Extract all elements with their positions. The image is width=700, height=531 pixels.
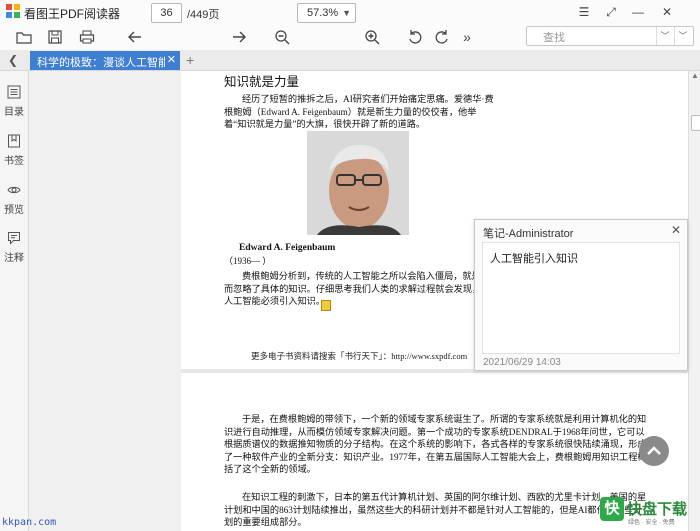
folder-icon bbox=[16, 32, 32, 44]
watermark-logo: 快 快盘下载 绿色 · 安全 · 免费 bbox=[600, 497, 698, 529]
comment-icon bbox=[8, 232, 20, 245]
page-total: /449页 bbox=[187, 9, 220, 21]
note-editor[interactable]: 人工智能引入知识 bbox=[482, 242, 680, 354]
search-box[interactable]: 查找 ﹀ ﹀ bbox=[526, 26, 694, 46]
paragraph-body: 在知识工程的刺激下，日本的第五代计算机计划、英国的阿尔维计划、西欧的尤里卡计划、… bbox=[224, 492, 647, 527]
app-title: 看图王PDF阅读器 bbox=[24, 7, 121, 21]
rotate-right-button[interactable] bbox=[431, 27, 453, 47]
sidebar-item-bookmarks[interactable]: 书签 bbox=[0, 134, 28, 174]
sidebar-item-toc[interactable]: 目录 bbox=[0, 85, 28, 125]
list-icon bbox=[7, 85, 21, 99]
open-file-button[interactable] bbox=[13, 27, 35, 47]
zoom-value: 57.3% bbox=[307, 7, 339, 19]
section-title: 知识就是力量 bbox=[224, 75, 300, 89]
bookmark-icon bbox=[8, 134, 20, 148]
photo-caption-name: Edward A. Feigenbaum bbox=[239, 243, 336, 253]
navigation-panel bbox=[29, 71, 181, 531]
next-page-button[interactable] bbox=[228, 27, 250, 47]
search-options-chevron-icon[interactable]: ﹀ bbox=[656, 27, 673, 45]
save-icon bbox=[48, 30, 62, 44]
tab-document[interactable]: 科学的极致：漫谈人工智能.pdf ✕ bbox=[30, 51, 180, 70]
fullscreen-button[interactable]: ⤢ bbox=[600, 2, 622, 22]
watermark-subtitle: 绿色 · 安全 · 免费 bbox=[628, 520, 675, 526]
zoom-in-icon bbox=[365, 30, 380, 45]
prev-page-button[interactable] bbox=[124, 27, 146, 47]
more-tools-button[interactable]: » bbox=[456, 27, 478, 47]
scroll-up-icon[interactable]: ▲ bbox=[690, 71, 700, 83]
scrollbar-thumb[interactable] bbox=[691, 115, 700, 131]
sidebar-item-preview[interactable]: 预览 bbox=[0, 183, 28, 223]
sidebar-item-annotations[interactable]: 注释 bbox=[0, 231, 28, 271]
vertical-scrollbar[interactable]: ▲ bbox=[688, 71, 700, 531]
zoom-select[interactable]: 57.3% ▼ bbox=[297, 3, 356, 23]
menu-button[interactable]: ☰ bbox=[573, 2, 595, 22]
save-button[interactable] bbox=[44, 27, 66, 47]
watermark-badge: 快 bbox=[600, 497, 624, 521]
minimize-button[interactable]: — bbox=[627, 2, 649, 22]
rotate-ccw-icon bbox=[409, 30, 422, 44]
watermark-brand: 快盘下载 bbox=[627, 501, 688, 518]
close-note-icon[interactable]: ✕ bbox=[671, 223, 681, 237]
note-timestamp: 2021/06/29 14:03 bbox=[483, 357, 561, 368]
close-window-button[interactable]: ✕ bbox=[656, 2, 678, 22]
sidebar-item-label: 注释 bbox=[4, 253, 24, 264]
arrow-right-icon bbox=[233, 31, 246, 43]
back-to-top-button[interactable] bbox=[639, 436, 669, 466]
printer-icon bbox=[79, 30, 95, 44]
zoom-out-icon bbox=[275, 30, 290, 45]
rotate-left-button[interactable] bbox=[404, 27, 426, 47]
chevron-up-icon bbox=[647, 446, 661, 455]
page-number-input[interactable]: 36 bbox=[151, 3, 182, 23]
sidebar-item-label: 目录 bbox=[4, 107, 24, 118]
zoom-in-button[interactable] bbox=[361, 27, 383, 47]
new-tab-button[interactable]: + bbox=[186, 51, 200, 69]
search-input[interactable]: 查找 bbox=[543, 29, 565, 45]
search-next-chevron-icon[interactable]: ﹀ bbox=[674, 27, 691, 45]
eye-icon bbox=[7, 186, 21, 194]
tab-document-label: 科学的极致：漫谈人工智能.pdf bbox=[37, 57, 165, 69]
note-popup: 笔记-Administrator ✕ 人工智能引入知识 2021/06/29 1… bbox=[474, 219, 688, 371]
sidebar-item-label: 预览 bbox=[4, 205, 24, 216]
chevron-down-icon: ▼ bbox=[342, 8, 351, 18]
rotate-cw-icon bbox=[435, 30, 448, 44]
sidebar-item-label: 书签 bbox=[4, 156, 24, 167]
page-footer: 更多电子书资料请搜索「书行天下」：http://www.sxpdf.com bbox=[251, 351, 468, 361]
print-button[interactable] bbox=[76, 27, 98, 47]
close-tab-icon[interactable]: ✕ bbox=[167, 53, 176, 66]
zoom-out-button[interactable] bbox=[271, 27, 293, 47]
note-title: 笔记-Administrator bbox=[483, 228, 574, 240]
paragraph-body: 于是，在费根鲍姆的带领下，一个新的领域专家系统诞生了。所谓的专家系统就是利用计算… bbox=[224, 414, 647, 474]
note-content[interactable]: 人工智能引入知识 bbox=[490, 250, 578, 266]
app-logo-icon bbox=[6, 4, 20, 18]
arrow-left-icon bbox=[128, 31, 141, 43]
collapse-sidebar-icon[interactable]: ❮ bbox=[6, 52, 20, 68]
paragraph-intro: 经历了短暂的推拆之后，AI研究者们开始痛定思痛。爱德华·费根鲍姆（Edward … bbox=[224, 94, 494, 129]
portrait-photo bbox=[307, 131, 409, 235]
watermark-left: kkpan.com bbox=[2, 517, 57, 528]
note-marker-icon[interactable] bbox=[321, 300, 331, 311]
photo-caption-years: （1936— ） bbox=[224, 256, 272, 266]
